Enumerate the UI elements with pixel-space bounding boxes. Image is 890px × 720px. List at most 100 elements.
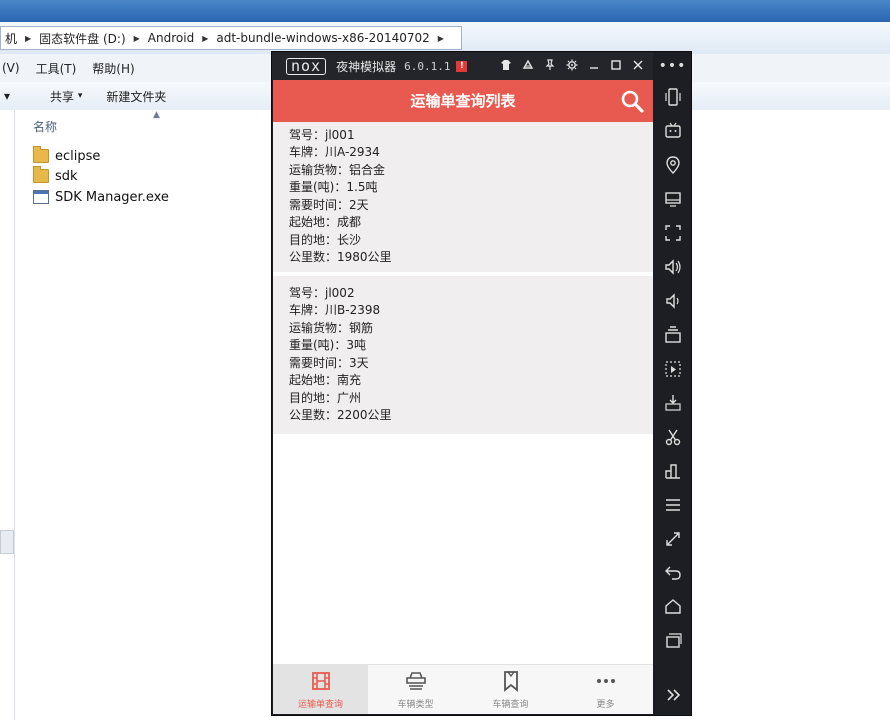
tab-label: 运输单查询 xyxy=(297,700,343,710)
tab-label: 更多 xyxy=(596,700,615,710)
bottom-tab-bar: 运输单查询 车辆类型 车辆查询 更多 xyxy=(273,664,653,714)
tab-more[interactable]: 更多 xyxy=(558,665,653,714)
keyboard-control-icon[interactable] xyxy=(660,118,686,144)
record-weight: 重量(吨)：1.5吨 xyxy=(289,180,378,194)
record-cargo: 运输货物：钢筋 xyxy=(289,321,374,335)
menu-lines-icon[interactable] xyxy=(660,492,686,518)
fullscreen-icon[interactable] xyxy=(660,220,686,246)
tab-vehicle-type[interactable]: 车辆类型 xyxy=(368,665,463,714)
multi-instance-icon[interactable] xyxy=(660,322,686,348)
column-header-name[interactable]: 名称 xyxy=(33,118,57,135)
file-name: eclipse xyxy=(55,148,101,164)
breadcrumb-item-drive[interactable]: 固态软件盘 (D:) xyxy=(35,30,129,47)
file-row-eclipse[interactable]: eclipse xyxy=(33,146,100,166)
home-icon[interactable] xyxy=(660,594,686,620)
close-icon[interactable] xyxy=(627,59,649,74)
record-distance: 公里数：1980公里 xyxy=(289,250,392,264)
record-plate: 车牌：川A-2934 xyxy=(289,145,380,159)
more-options-icon[interactable]: ••• xyxy=(654,58,691,74)
address-box[interactable]: 机 ▶ 固态软件盘 (D:) ▶ Android ▶ adt-bundle-wi… xyxy=(0,26,462,50)
bookmark-icon xyxy=(503,671,518,692)
shake-icon[interactable] xyxy=(660,84,686,110)
nav-scrollbar-thumb[interactable] xyxy=(0,530,14,554)
tab-transport-query[interactable]: 运输单查询 xyxy=(273,665,368,714)
resize-icon[interactable] xyxy=(660,526,686,552)
volume-up-icon[interactable] xyxy=(660,254,686,280)
record-driver: 驾号：jl001 xyxy=(289,128,355,142)
new-folder-button[interactable]: 新建文件夹 xyxy=(94,88,178,105)
minimize-icon[interactable] xyxy=(583,59,605,74)
file-row-sdk-manager[interactable]: SDK Manager.exe xyxy=(33,187,169,207)
breadcrumb-item-computer[interactable]: 机 xyxy=(1,30,21,47)
emulator-name: 夜神模拟器 xyxy=(336,59,397,74)
page-title: 运输单查询列表 xyxy=(410,92,516,110)
breadcrumb-separator-icon: ▶ xyxy=(437,33,444,43)
window-controls xyxy=(495,52,649,80)
expand-sidebar-icon[interactable] xyxy=(660,684,686,706)
chevron-down-icon: ▾ xyxy=(77,91,83,101)
tab-vehicle-query[interactable]: 车辆查询 xyxy=(463,665,558,714)
record-cargo: 运输货物：铝合金 xyxy=(289,163,386,177)
search-icon[interactable] xyxy=(619,88,645,114)
film-icon xyxy=(311,672,330,690)
record-destination: 目的地：长沙 xyxy=(289,233,362,247)
pin-icon[interactable] xyxy=(539,58,561,74)
alert-icon[interactable]: ! xyxy=(456,60,468,72)
breadcrumb-separator-icon: ▶ xyxy=(133,33,140,43)
car-icon xyxy=(405,672,426,690)
nox-logo: nox xyxy=(286,57,327,75)
performance-icon[interactable] xyxy=(660,458,686,484)
skin-icon[interactable] xyxy=(495,59,517,74)
maximize-icon[interactable] xyxy=(605,59,627,74)
record-distance: 公里数：2200公里 xyxy=(289,408,392,422)
record-plate: 车牌：川B-2398 xyxy=(289,303,381,317)
screen-icon[interactable] xyxy=(660,186,686,212)
folder-icon xyxy=(33,166,49,183)
toolbar-dropdown-icon[interactable]: ▾ xyxy=(0,89,22,103)
tab-label: 车辆类型 xyxy=(397,700,434,710)
share-button[interactable]: 共享 ▾ xyxy=(22,88,94,105)
record-duration: 需要时间：3天 xyxy=(289,356,369,370)
navigation-pane xyxy=(0,110,15,720)
record-duration: 需要时间：2天 xyxy=(289,198,369,212)
menu-view[interactable]: (V) xyxy=(0,61,28,75)
menu-help[interactable]: 帮助(H) xyxy=(84,60,142,77)
tab-label: 车辆查询 xyxy=(492,700,529,710)
settings-gear-icon[interactable] xyxy=(561,59,583,74)
rotate-icon[interactable] xyxy=(517,59,539,74)
app-header: 运输单查询列表 xyxy=(273,80,653,122)
emulator-sidebar: ••• xyxy=(654,58,691,715)
file-name: SDK Manager.exe xyxy=(55,189,169,205)
emulator-titlebar[interactable]: nox 夜神模拟器 6.0.1.1 ! xyxy=(272,52,653,80)
sort-ascending-icon: ▲ xyxy=(153,110,160,120)
nox-emulator-window: nox 夜神模拟器 6.0.1.1 ! ••• 运输单查询列表 驾号：jl001… xyxy=(271,51,692,716)
breadcrumb-item-android[interactable]: Android xyxy=(144,31,198,45)
macro-record-icon[interactable] xyxy=(660,356,686,382)
phone-screen: 运输单查询列表 驾号：jl001 车牌：川A-2934 运输货物：铝合金 重量(… xyxy=(273,80,653,714)
breadcrumb-item-adt[interactable]: adt-bundle-windows-x86-20140702 xyxy=(212,31,433,45)
scissors-icon[interactable] xyxy=(660,424,686,450)
file-name: sdk xyxy=(55,168,78,184)
window-top-strip xyxy=(0,0,890,22)
transport-record-card[interactable]: 驾号：jl002 车牌：川B-2398 运输货物：钢筋 重量(吨)：3吨 需要时… xyxy=(273,276,653,434)
recent-apps-icon[interactable] xyxy=(660,628,686,654)
apk-install-icon[interactable] xyxy=(660,390,686,416)
record-driver: 驾号：jl002 xyxy=(289,286,355,300)
location-icon[interactable] xyxy=(660,152,686,178)
volume-down-icon[interactable] xyxy=(660,288,686,314)
file-row-sdk[interactable]: sdk xyxy=(33,166,78,186)
record-weight: 重量(吨)：3吨 xyxy=(289,338,366,352)
share-label: 共享 xyxy=(50,89,75,104)
application-icon xyxy=(33,190,49,204)
folder-icon xyxy=(33,146,49,163)
record-origin: 起始地：成都 xyxy=(289,215,362,229)
more-icon xyxy=(596,679,615,683)
breadcrumb-separator-icon: ▶ xyxy=(202,33,209,43)
transport-record-card[interactable]: 驾号：jl001 车牌：川A-2934 运输货物：铝合金 重量(吨)：1.5吨 … xyxy=(273,122,653,272)
record-destination: 目的地：广州 xyxy=(289,391,362,405)
breadcrumb-separator-icon: ▶ xyxy=(25,33,32,43)
emulator-version: 6.0.1.1 xyxy=(404,59,451,73)
menu-tools[interactable]: 工具(T) xyxy=(28,60,85,77)
back-icon[interactable] xyxy=(660,560,686,586)
record-origin: 起始地：南充 xyxy=(289,373,362,387)
